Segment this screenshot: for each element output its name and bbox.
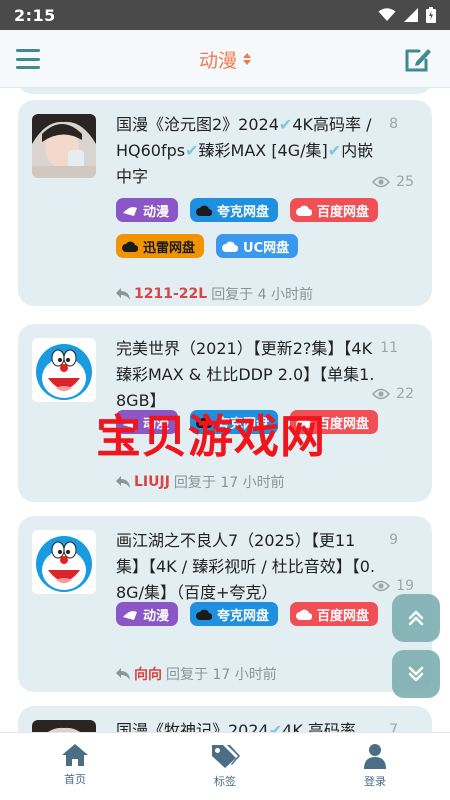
category-selector[interactable]: 动漫	[0, 30, 450, 88]
last-reply: 1211-22L 回复于 4 小时前	[116, 284, 313, 304]
status-bar: 2:15	[0, 0, 450, 30]
cloud-icon	[122, 241, 138, 252]
reply-icon	[116, 668, 130, 680]
tag-list: 动漫 夸克网盘 百度网盘	[116, 602, 416, 626]
check-icon: ✔	[327, 141, 342, 160]
check-icon: ✔	[185, 141, 199, 160]
eye-icon	[372, 388, 391, 400]
tag-icon	[212, 745, 240, 768]
sort-arrows-icon	[243, 53, 251, 65]
tag-uc[interactable]: UC网盘	[216, 234, 299, 258]
nav-tags[interactable]: 标签	[150, 733, 300, 800]
check-icon: ✔	[278, 115, 293, 134]
tag-baidu[interactable]: 百度网盘	[290, 198, 379, 222]
tag-baidu[interactable]: 百度网盘	[290, 602, 379, 626]
tag-list: 动漫 夸克网盘 百度网盘 迅雷网盘 UC网盘	[116, 198, 416, 258]
reply-icon	[116, 288, 130, 300]
tag-anime[interactable]: 动漫	[116, 198, 179, 222]
tag-xunlei[interactable]: 迅雷网盘	[116, 234, 205, 258]
anime-icon	[123, 611, 137, 620]
last-reply: LIUJJ 回复于 17 小时前	[116, 472, 285, 492]
avatar	[32, 530, 96, 594]
double-chevron-up-icon	[408, 610, 424, 626]
post-list[interactable]: 国漫《沧元图2》2024✔4K高码率 / HQ60fps✔臻彩MAX [4G/集…	[0, 88, 450, 732]
last-reply: 向向 回复于 17 小时前	[116, 664, 277, 684]
tag-anime[interactable]: 动漫	[116, 602, 179, 626]
avatar	[32, 338, 96, 402]
last-reply-user[interactable]: LIUJJ	[134, 474, 170, 490]
post-card[interactable]: 国漫《沧元图2》2024✔4K高码率 / HQ60fps✔臻彩MAX [4G/集…	[18, 100, 432, 306]
tag-quark[interactable]: 夸克网盘	[190, 602, 279, 626]
compose-icon[interactable]	[404, 45, 434, 73]
scroll-top-button[interactable]	[392, 594, 440, 642]
last-reply-user[interactable]: 1211-22L	[134, 286, 207, 302]
scroll-bottom-button[interactable]	[392, 650, 440, 698]
reply-count: 7	[389, 722, 398, 732]
avatar	[32, 114, 96, 178]
last-reply-user[interactable]: 向向	[134, 664, 162, 684]
cloud-icon	[196, 205, 213, 216]
status-icons	[378, 7, 436, 23]
user-icon	[364, 744, 386, 769]
signal-icon	[404, 8, 418, 22]
battery-icon	[426, 7, 436, 23]
previous-card-edge	[18, 88, 432, 94]
nav-login[interactable]: 登录	[300, 733, 450, 800]
last-reply-time: 回复于 17 小时前	[173, 475, 285, 491]
page-title: 动漫	[198, 49, 237, 72]
cloud-icon	[222, 241, 239, 252]
post-title[interactable]: 画江湖之不良人7（2025）【更11集】【4K / 臻彩视听 / 杜比音效】【0…	[116, 528, 378, 606]
view-count: 22	[372, 386, 414, 402]
nav-home[interactable]: 首页	[0, 733, 150, 800]
home-icon	[62, 744, 88, 766]
reply-count: 11	[380, 340, 398, 356]
avatar	[32, 720, 96, 732]
post-card[interactable]: 国漫《牧神记》2024✔4K 高码率 7	[18, 706, 432, 732]
view-count: 25	[372, 174, 414, 190]
eye-icon	[372, 176, 391, 188]
eye-icon	[372, 580, 391, 592]
watermark: 宝贝游戏网	[96, 410, 327, 463]
last-reply-time: 回复于 17 小时前	[166, 667, 277, 683]
last-reply-time: 回复于 4 小时前	[211, 287, 313, 303]
post-title[interactable]: 国漫《沧元图2》2024✔4K高码率 / HQ60fps✔臻彩MAX [4G/集…	[116, 112, 378, 190]
cloud-icon	[296, 205, 313, 216]
anime-icon	[123, 207, 137, 216]
view-count: 19	[372, 578, 414, 594]
bottom-nav: 首页 标签 登录	[0, 732, 450, 800]
post-title[interactable]: 国漫《牧神记》2024✔4K 高码率	[116, 718, 378, 732]
double-chevron-down-icon	[408, 666, 424, 682]
reply-count: 8	[389, 116, 398, 132]
cloud-icon	[296, 609, 313, 620]
app-header: 动漫	[0, 30, 450, 88]
cloud-icon	[196, 609, 213, 620]
tag-quark[interactable]: 夸克网盘	[190, 198, 279, 222]
reply-count: 9	[389, 532, 398, 548]
reply-icon	[116, 476, 130, 488]
post-card[interactable]: 画江湖之不良人7（2025）【更11集】【4K / 臻彩视听 / 杜比音效】【0…	[18, 516, 432, 692]
status-time: 2:15	[14, 5, 56, 25]
wifi-icon	[378, 8, 396, 21]
check-icon: ✔	[268, 721, 283, 732]
